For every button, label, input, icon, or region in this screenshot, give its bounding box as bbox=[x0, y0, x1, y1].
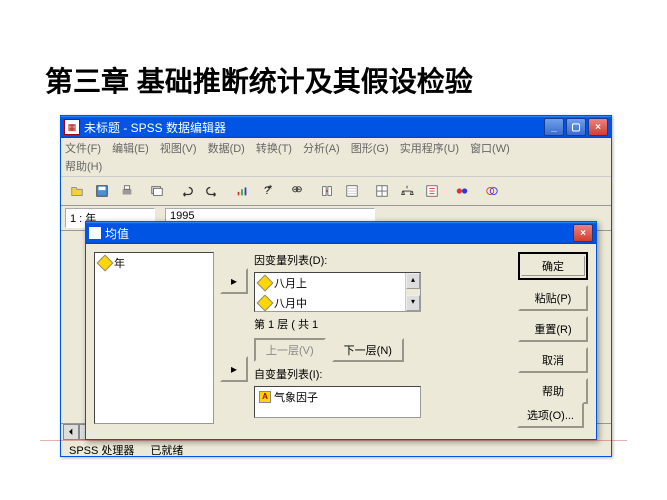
menu-analyze[interactable]: 分析(A) bbox=[303, 143, 340, 155]
paste-button[interactable]: 粘贴(P) bbox=[518, 285, 588, 311]
menu-graphs[interactable]: 图形(G) bbox=[351, 143, 389, 155]
save-icon[interactable] bbox=[90, 180, 114, 202]
scroll-down-icon[interactable]: ▾ bbox=[406, 295, 420, 311]
layer-label: 第 1 层 ( 共 1 bbox=[254, 316, 506, 332]
list-item[interactable]: 年 bbox=[95, 253, 213, 273]
menu-window[interactable]: 窗口(W) bbox=[470, 143, 510, 155]
independent-label: 自变量列表(I): bbox=[254, 366, 506, 382]
divider-line bbox=[40, 440, 627, 441]
list-item[interactable]: A气象因子 bbox=[255, 387, 420, 407]
dialog-titlebar[interactable]: 均值 × bbox=[86, 222, 596, 244]
dialog-title: 均值 bbox=[105, 225, 573, 242]
help-button[interactable]: 帮助 bbox=[518, 378, 588, 404]
scrollbar[interactable]: ▴ ▾ bbox=[405, 273, 420, 311]
ok-button[interactable]: 确定 bbox=[518, 252, 588, 280]
slide-title: 第三章 基础推断统计及其假设检验 bbox=[45, 60, 473, 100]
find-icon[interactable] bbox=[285, 180, 309, 202]
goto-case-icon[interactable]: ?⃰ bbox=[255, 180, 279, 202]
app-icon: ▦ bbox=[64, 119, 80, 135]
menu-view[interactable]: 视图(V) bbox=[160, 143, 197, 155]
status-ready: 已就绪 bbox=[150, 442, 183, 458]
dependent-label: 因变量列表(D): bbox=[254, 252, 506, 268]
titlebar[interactable]: ▦ 未标题 - SPSS 数据编辑器 _ ▢ × bbox=[61, 116, 611, 138]
dialog-icon bbox=[89, 227, 101, 239]
menu-help[interactable]: 帮助(H) bbox=[65, 161, 102, 173]
use-sets-icon[interactable] bbox=[480, 180, 504, 202]
value-labels-icon[interactable] bbox=[450, 180, 474, 202]
undo-icon[interactable] bbox=[175, 180, 199, 202]
minimize-button[interactable]: _ bbox=[544, 118, 564, 136]
cancel-button[interactable]: 取消 bbox=[518, 347, 588, 373]
close-button[interactable]: × bbox=[588, 118, 608, 136]
previous-layer-button: 上一层(V) bbox=[254, 338, 326, 362]
scale-icon bbox=[97, 255, 114, 272]
independent-list[interactable]: A气象因子 bbox=[254, 386, 421, 418]
source-variables-list[interactable]: 年 bbox=[94, 252, 214, 424]
insert-case-icon[interactable] bbox=[340, 180, 364, 202]
tab-nav-first[interactable]: ⏴ bbox=[63, 424, 79, 440]
move-to-dependent-button[interactable]: ▸ bbox=[220, 268, 248, 294]
menu-transform[interactable]: 转换(T) bbox=[256, 143, 292, 155]
reset-button[interactable]: 重置(R) bbox=[518, 316, 588, 342]
scale-icon bbox=[257, 295, 274, 312]
dialog-close-button[interactable]: × bbox=[573, 224, 593, 242]
window-title: 未标题 - SPSS 数据编辑器 bbox=[84, 119, 544, 136]
menu-utilities[interactable]: 实用程序(U) bbox=[400, 143, 459, 155]
goto-chart-icon[interactable] bbox=[230, 180, 254, 202]
variables-icon[interactable] bbox=[315, 180, 339, 202]
open-icon[interactable] bbox=[65, 180, 89, 202]
split-file-icon[interactable] bbox=[370, 180, 394, 202]
list-item[interactable]: 八月上 bbox=[255, 273, 420, 293]
scroll-up-icon[interactable]: ▴ bbox=[406, 273, 420, 289]
toolbar: ?⃰ bbox=[61, 177, 611, 206]
menu-data[interactable]: 数据(D) bbox=[208, 143, 245, 155]
next-layer-button[interactable]: 下一层(N) bbox=[332, 338, 404, 362]
scale-icon bbox=[257, 275, 274, 292]
options-button[interactable]: 选项(O)... bbox=[517, 402, 584, 428]
redo-icon[interactable] bbox=[200, 180, 224, 202]
nominal-icon: A bbox=[259, 391, 271, 403]
move-to-independent-button[interactable]: ▸ bbox=[220, 356, 248, 382]
weight-cases-icon[interactable] bbox=[395, 180, 419, 202]
maximize-button[interactable]: ▢ bbox=[566, 118, 586, 136]
select-cases-icon[interactable] bbox=[420, 180, 444, 202]
dependent-list[interactable]: 八月上 八月中 ▴ ▾ bbox=[254, 272, 421, 312]
status-processor: SPSS 处理器 bbox=[69, 442, 134, 458]
print-icon[interactable] bbox=[115, 180, 139, 202]
means-dialog: 均值 × 年 ▸ ▸ 因变量列表(D): 八月上 八月中 ▴ ▾ bbox=[85, 221, 597, 440]
list-item[interactable]: 八月中 bbox=[255, 293, 420, 312]
dialog-recall-icon[interactable] bbox=[145, 180, 169, 202]
menu-edit[interactable]: 编辑(E) bbox=[112, 143, 149, 155]
menu-file[interactable]: 文件(F) bbox=[65, 143, 101, 155]
menubar: 文件(F) 编辑(E) 视图(V) 数据(D) 转换(T) 分析(A) 图形(G… bbox=[61, 138, 611, 177]
